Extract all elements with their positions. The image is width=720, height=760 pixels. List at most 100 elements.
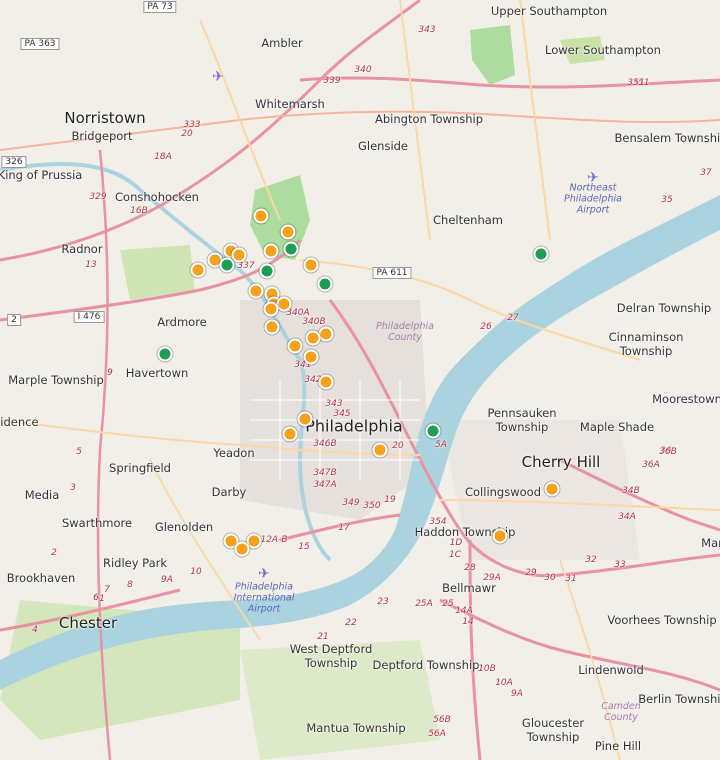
exit-number-label: 30 [544, 573, 556, 583]
exit-number-label: 17 [338, 523, 350, 533]
exit-number-label: 56B [433, 715, 451, 725]
forest-area [470, 25, 515, 85]
exit-number-label: 329 [89, 192, 107, 202]
exit-number-label: 13 [85, 260, 97, 270]
map-marker-orange[interactable] [305, 330, 321, 346]
map-marker-orange[interactable] [231, 247, 247, 263]
exit-number-label: 32 [585, 555, 597, 565]
map-marker-orange[interactable] [287, 338, 303, 354]
map-marker-orange[interactable] [372, 442, 388, 458]
exit-number-label: 347A [313, 480, 337, 490]
map-marker-orange[interactable] [318, 326, 334, 342]
exit-number-label: 25A [415, 599, 433, 609]
route-shield-pa-363: PA 363 [20, 38, 60, 50]
exit-number-label: 29A [483, 573, 501, 583]
primary-road [519, 0, 551, 241]
exit-number-label: 34A [618, 512, 636, 522]
map-marker-green[interactable] [259, 263, 275, 279]
map-marker-orange[interactable] [303, 349, 319, 365]
exit-number-label: 56A [428, 729, 446, 739]
map-marker-orange[interactable] [318, 374, 334, 390]
map-view[interactable]: Norristown Bridgeport King of Prussia Consh… [0, 0, 720, 760]
route-shield-edge-2: 2 [7, 314, 21, 326]
primary-road [399, 0, 431, 241]
map-marker-orange[interactable] [190, 262, 206, 278]
map-marker-orange[interactable] [264, 319, 280, 335]
exit-number-label: 3 [70, 483, 76, 493]
exit-number-label: 34B [622, 486, 640, 496]
exit-number-label: 18A [154, 152, 172, 162]
exit-number-label: 7 [104, 585, 110, 595]
exit-number-label: 339 [323, 76, 341, 86]
map-marker-orange[interactable] [263, 243, 279, 259]
exit-number-label: 346B [313, 439, 337, 449]
exit-number-label: 16B [130, 206, 148, 216]
exit-number-label: 25 [442, 599, 454, 609]
map-marker-green[interactable] [283, 241, 299, 257]
motorway [439, 598, 720, 692]
map-marker-green[interactable] [157, 346, 173, 362]
route-shield-pa-611: PA 611 [372, 267, 412, 279]
exit-number-label: 14A [455, 606, 473, 616]
map-marker-green[interactable] [317, 276, 333, 292]
exit-number-label: 36A [642, 460, 660, 470]
exit-number-label: 9A [511, 689, 523, 699]
airport-icon: ✈ [587, 170, 599, 186]
map-marker-green[interactable] [219, 257, 235, 273]
motorway [468, 539, 482, 760]
exit-number-label: 350 [363, 501, 381, 511]
map-marker-orange[interactable] [263, 301, 279, 317]
map-marker-orange[interactable] [282, 426, 298, 442]
park-area [560, 36, 605, 64]
map-marker-orange[interactable] [234, 541, 250, 557]
exit-number-label: 36B [659, 447, 677, 457]
exit-number-label: 343 [325, 399, 343, 409]
motorway [0, 0, 421, 262]
exit-number-label: 5A [435, 440, 447, 450]
exit-number-label: 2 [51, 548, 57, 558]
route-shield-i-476: I 476 [73, 311, 105, 323]
exit-number-label: 9 [107, 368, 113, 378]
map-marker-orange[interactable] [248, 283, 264, 299]
map-marker-orange[interactable] [303, 257, 319, 273]
exit-number-label: 340B [302, 317, 326, 327]
map-marker-green[interactable] [425, 423, 441, 439]
exit-number-label: 23 [377, 597, 389, 607]
exit-number-label: 26 [480, 322, 492, 332]
exit-number-label: 337 [237, 261, 255, 271]
urban-area [440, 420, 640, 560]
exit-number-label: 340 [354, 65, 372, 75]
exit-number-label: 10B [478, 664, 496, 674]
exit-number-label: 1 [99, 594, 105, 604]
exit-number-label: 37 [700, 168, 712, 178]
route-shield-pa-73: PA 73 [143, 1, 177, 13]
map-marker-green[interactable] [533, 246, 549, 262]
map-marker-orange[interactable] [280, 224, 296, 240]
exit-number-label: 35 [661, 195, 673, 205]
exit-number-label: 5 [76, 447, 82, 457]
primary-road [199, 19, 281, 221]
map-marker-orange[interactable] [253, 208, 269, 224]
exit-number-label: 31 [565, 574, 577, 584]
exit-number-label: 349 [342, 498, 360, 508]
exit-number-label: 22 [345, 618, 357, 628]
exit-number-label: 351 [627, 78, 645, 88]
exit-number-label: 15 [298, 542, 310, 552]
map-marker-orange[interactable] [492, 528, 508, 544]
exit-number-label: 4 [32, 625, 38, 635]
exit-number-label: 6 [93, 593, 99, 603]
exit-number-label: 343 [418, 25, 436, 35]
park-area [240, 640, 440, 760]
map-marker-orange[interactable] [544, 481, 560, 497]
airport-icon: ✈ [258, 566, 270, 582]
map-marker-orange[interactable] [276, 296, 292, 312]
exit-number-label: 21 [317, 632, 329, 642]
exit-number-label: 8 [127, 580, 133, 590]
exit-number-label: 12A-B [260, 535, 288, 545]
trunk-road [0, 110, 720, 151]
airport-icon: ✈ [212, 69, 224, 85]
exit-number-label: 1C [448, 550, 462, 560]
exit-number-label: 10 [190, 567, 202, 577]
map-marker-orange[interactable] [297, 411, 313, 427]
exit-number-label: 347B [313, 468, 337, 478]
